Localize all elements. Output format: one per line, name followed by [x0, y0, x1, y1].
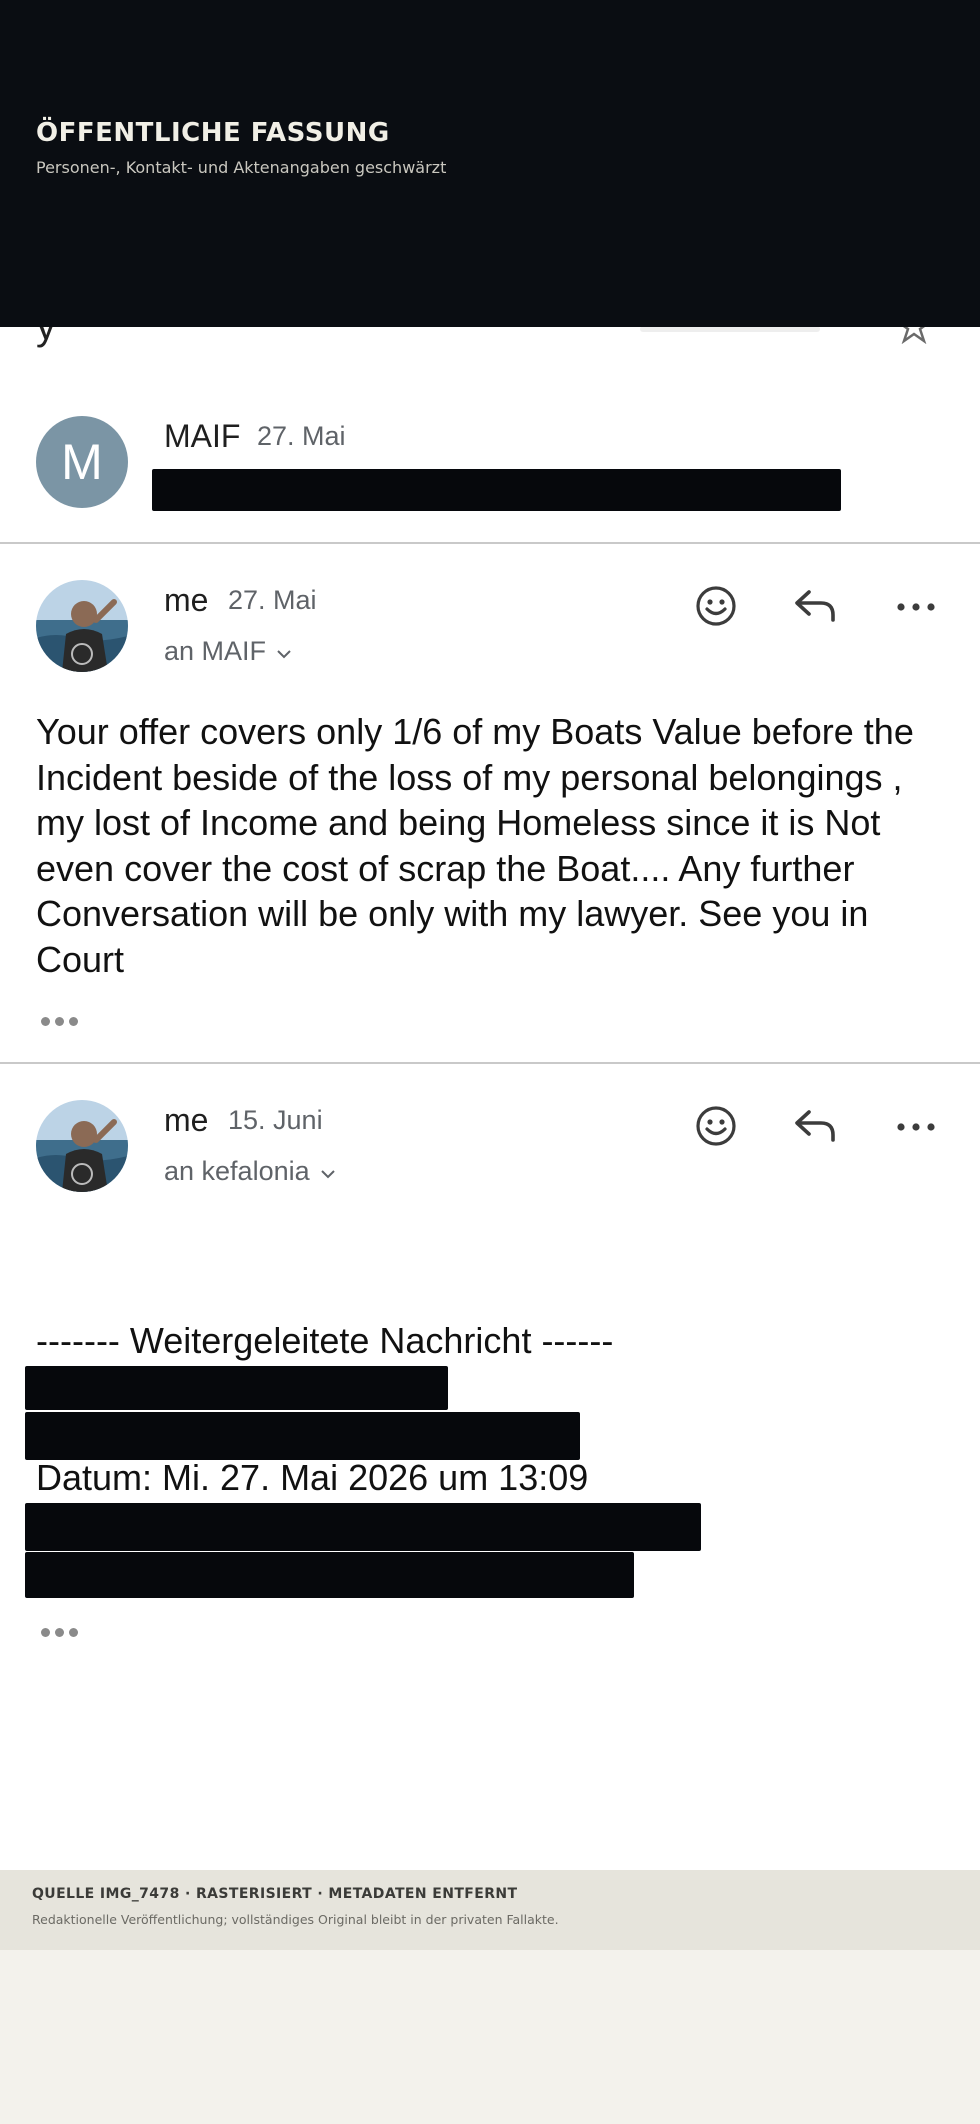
recipient-toggle[interactable]: an kefalonia — [164, 1156, 336, 1187]
message-date: 27. Mai — [228, 585, 317, 615]
message-date: 15. Juni — [228, 1105, 323, 1135]
redaction-banner: ÖFFENTLICHE FASSUNG Personen-, Kontakt- … — [0, 0, 980, 327]
react-button[interactable] — [692, 584, 740, 632]
redacted-snippet — [152, 469, 841, 511]
recipient-toggle[interactable]: an MAIF — [164, 636, 292, 667]
react-button[interactable] — [692, 1104, 740, 1152]
source-footer: QUELLE IMG_7478 · RASTERISIERT · METADAT… — [0, 1870, 980, 1950]
chevron-down-icon — [320, 1156, 336, 1187]
redacted-to-line — [25, 1552, 634, 1598]
message-divider — [0, 1062, 980, 1064]
redacted-sender-line — [25, 1412, 580, 1460]
sender-name: me — [164, 1102, 209, 1138]
mail-thread — [0, 300, 980, 1870]
more-button[interactable] — [892, 1104, 940, 1152]
show-trimmed-content-button[interactable] — [41, 1628, 78, 1637]
more-horiz-icon — [896, 599, 936, 617]
smiley-icon — [694, 584, 738, 633]
sender-name: me — [164, 582, 209, 618]
forward-header: ------- Weitergeleitete Nachricht ------ — [36, 1320, 614, 1361]
message-date: 27. Mai — [257, 421, 346, 451]
more-button[interactable] — [892, 584, 940, 632]
banner-title: ÖFFENTLICHE FASSUNG — [36, 118, 390, 148]
avatar — [36, 1100, 128, 1192]
recipient-label: an kefalonia — [164, 1156, 310, 1186]
recipient-label: an MAIF — [164, 636, 267, 666]
reply-icon — [793, 586, 839, 631]
more-horiz-icon — [896, 1119, 936, 1137]
chevron-down-icon — [276, 636, 292, 667]
sender-name: MAIF — [164, 418, 241, 454]
avatar: M — [36, 416, 128, 508]
redacted-from-line — [25, 1366, 448, 1410]
reply-button[interactable] — [792, 584, 840, 632]
show-trimmed-content-button[interactable] — [41, 1017, 78, 1026]
redacted-subject-line — [25, 1503, 701, 1551]
message-divider — [0, 542, 980, 544]
reply-button[interactable] — [792, 1104, 840, 1152]
footer-note: Redaktionelle Veröffentlichung; vollstän… — [32, 1912, 559, 1927]
footer-source-line: QUELLE IMG_7478 · RASTERISIERT · METADAT… — [32, 1886, 518, 1902]
reply-icon — [793, 1106, 839, 1151]
avatar — [36, 580, 128, 672]
banner-subtitle: Personen-, Kontakt- und Aktenangaben ges… — [36, 158, 447, 177]
message-body: Your offer covers only 1/6 of my Boats V… — [36, 711, 914, 980]
forward-date: Datum: Mi. 27. Mai 2026 um 13:09 — [36, 1457, 589, 1498]
smiley-icon — [694, 1104, 738, 1153]
page: ÖFFENTLICHE FASSUNG Personen-, Kontakt- … — [0, 0, 980, 2124]
avatar-letter: M — [61, 434, 103, 490]
